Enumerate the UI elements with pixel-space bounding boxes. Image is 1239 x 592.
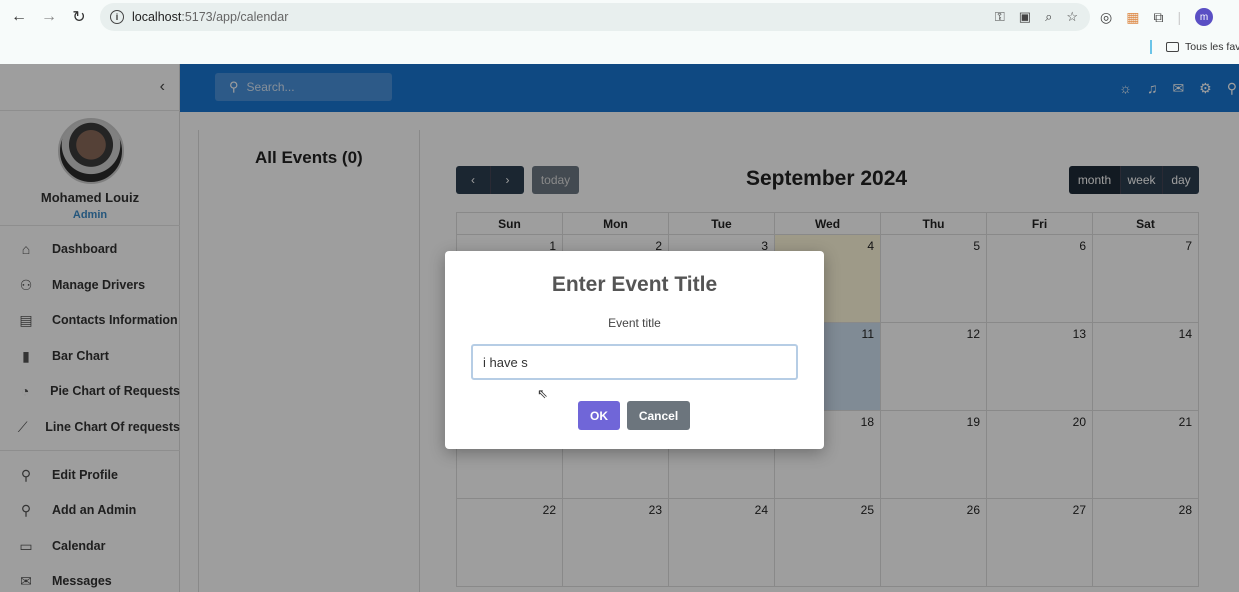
- reload-icon[interactable]: ↻: [64, 2, 94, 32]
- lens-icon[interactable]: ◎: [1100, 9, 1112, 26]
- profile-avatar[interactable]: m: [1195, 8, 1214, 26]
- url-path: :5173/app/calendar: [181, 10, 289, 24]
- url-host: localhost: [132, 10, 182, 24]
- divider: |: [1177, 9, 1182, 25]
- event-title-label: Event title: [608, 316, 661, 330]
- cancel-button[interactable]: Cancel: [627, 401, 690, 430]
- extensions-area: ◎ ▦ ⧉ | m: [1100, 4, 1214, 30]
- event-title-dialog: Enter Event Title Event title OK Cancel: [445, 251, 824, 449]
- mouse-pointer-icon: ⇖: [537, 386, 548, 401]
- browser-chrome: ← → ↻ i localhost:5173/app/calendar ⚿ ▣ …: [0, 0, 1239, 64]
- address-bar[interactable]: i localhost:5173/app/calendar ⚿ ▣ ⌕ ☆: [100, 3, 1090, 31]
- site-info-icon[interactable]: i: [110, 10, 124, 24]
- bookmark-folder-label[interactable]: Tous les fav: [1185, 41, 1239, 53]
- folder-icon: [1166, 42, 1179, 52]
- extension-color-icon[interactable]: ▦: [1126, 9, 1139, 26]
- address-bar-icons: ⚿ ▣ ⌕ ☆: [995, 3, 1078, 31]
- back-icon[interactable]: ←: [4, 2, 34, 32]
- ok-button[interactable]: OK: [578, 401, 620, 430]
- extensions-puzzle-icon[interactable]: ⧉: [1153, 9, 1163, 26]
- bookmark-star-icon[interactable]: ☆: [1066, 9, 1078, 25]
- dialog-title: Enter Event Title: [551, 273, 718, 296]
- password-key-icon[interactable]: ⚿: [995, 9, 1005, 25]
- translate-icon[interactable]: ▣: [1019, 9, 1031, 25]
- zoom-icon[interactable]: ⌕: [1045, 9, 1052, 25]
- event-title-input[interactable]: [471, 344, 798, 380]
- forward-icon[interactable]: →: [34, 2, 64, 32]
- bookmarks-divider: [1150, 40, 1152, 54]
- bookmarks-bar: Tous les fav: [1150, 38, 1239, 56]
